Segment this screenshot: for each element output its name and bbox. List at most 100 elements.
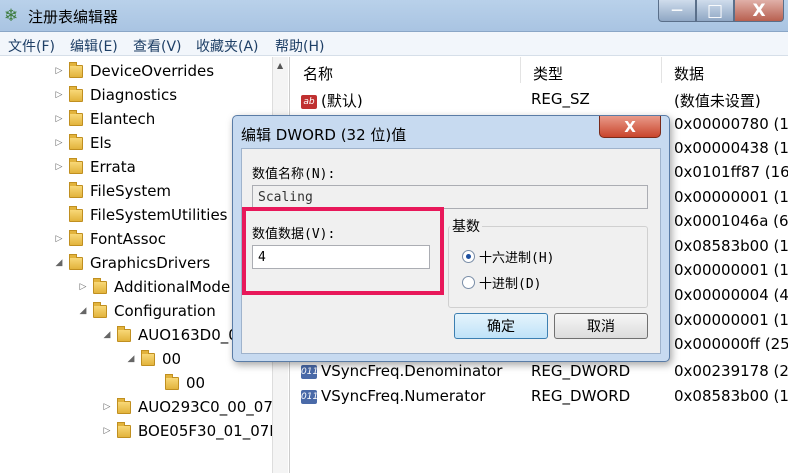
value-name: VSyncFreq.Denominator bbox=[321, 362, 503, 380]
value-data-label: 数值数据(V): bbox=[252, 227, 336, 242]
radio-hex[interactable]: 十六进制(H) bbox=[462, 247, 554, 266]
radio-selected-icon bbox=[462, 250, 475, 263]
tree-item-label: FileSystem bbox=[90, 182, 172, 200]
value-data: 0x00000001 (1) bbox=[674, 188, 788, 206]
expander-icon[interactable]: ▷ bbox=[52, 66, 66, 76]
value-name-label: 数值名称(N): bbox=[252, 167, 336, 182]
ok-button[interactable]: 确定 bbox=[454, 313, 548, 339]
value-data: (数值未设置) bbox=[674, 92, 761, 110]
folder-icon bbox=[69, 205, 83, 222]
cancel-button[interactable]: 取消 bbox=[554, 313, 648, 339]
dialog-close-button[interactable]: X bbox=[599, 116, 661, 138]
menu-edit[interactable]: 编辑(E) bbox=[70, 36, 118, 56]
window-title: 注册表编辑器 bbox=[28, 8, 119, 26]
dialog-body: 数值名称(N): Scaling 数值数据(V): 4 基数 十六进制(H) 十… bbox=[241, 148, 661, 354]
column-header-name[interactable]: 名称 bbox=[291, 57, 521, 83]
menu-favorites[interactable]: 收藏夹(A) bbox=[196, 36, 259, 56]
expander-icon[interactable]: ▷ bbox=[52, 114, 66, 124]
value-data: 0x00000001 (1) bbox=[674, 311, 788, 329]
base-group-label: 基数 bbox=[450, 216, 482, 236]
tree-item[interactable]: ◢ GraphicsDrivers bbox=[52, 252, 210, 274]
table-row[interactable]: ab (默认) REG_SZ (数值未设置) bbox=[291, 87, 788, 111]
expander-icon[interactable]: ▷ bbox=[52, 90, 66, 100]
value-data: 0x00000004 (4) bbox=[674, 286, 788, 304]
expander-icon[interactable]: ◢ bbox=[52, 258, 66, 268]
column-header-data[interactable]: 数据 bbox=[662, 57, 788, 83]
expander-icon[interactable]: ▷ bbox=[100, 402, 114, 412]
value-data-input[interactable]: 4 bbox=[252, 245, 430, 269]
expander-icon[interactable]: ◢ bbox=[76, 306, 90, 316]
tree-item[interactable]: ◢ 00 bbox=[124, 348, 181, 370]
folder-icon bbox=[69, 253, 83, 270]
menu-help[interactable]: 帮助(H) bbox=[275, 36, 324, 56]
tree-item[interactable]: ▷ AUO293C0_00_07 bbox=[100, 396, 273, 418]
tree-item-label: BOE05F30_01_07D bbox=[138, 422, 281, 440]
folder-icon bbox=[69, 181, 83, 198]
edit-dword-dialog: 编辑 DWORD (32 位)值 X 数值名称(N): Scaling 数值数据… bbox=[232, 115, 670, 362]
tree-item[interactable]: ▷ DeviceOverrides bbox=[52, 60, 214, 82]
tree-item-label: Elantech bbox=[90, 110, 156, 128]
folder-icon bbox=[117, 325, 131, 342]
table-row[interactable]: 011 VSyncFreq.Denominator REG_DWORD 0x00239… bbox=[291, 359, 788, 383]
tree-item[interactable]: ▷ Errata bbox=[52, 156, 136, 178]
menu-view[interactable]: 查看(V) bbox=[133, 36, 182, 56]
expander-icon[interactable]: ▷ bbox=[52, 162, 66, 172]
radio-dec[interactable]: 十进制(D) bbox=[462, 273, 541, 292]
tree-item-label: 00 bbox=[186, 374, 206, 392]
tree-item-label: AUO163D0_0 bbox=[138, 326, 238, 344]
folder-icon bbox=[93, 277, 107, 294]
tree-item-label: AdditionalMode bbox=[114, 278, 231, 296]
tree-item[interactable]: ▷ AdditionalMode bbox=[76, 276, 230, 298]
scroll-up-icon[interactable]: ▲ bbox=[277, 61, 283, 70]
value-data: 0x000000ff (255 bbox=[674, 335, 788, 353]
folder-icon bbox=[69, 109, 83, 126]
tree-item-label: FileSystemUtilities bbox=[90, 206, 228, 224]
tree-item[interactable]: ▷ Els bbox=[52, 132, 111, 154]
table-row[interactable]: 011 VSyncFreq.Numerator REG_DWORD 0x08583b0… bbox=[291, 384, 788, 408]
radio-hex-label: 十六进制(H) bbox=[479, 251, 555, 266]
column-header-type[interactable]: 类型 bbox=[521, 57, 662, 83]
value-type: REG_DWORD bbox=[531, 362, 631, 380]
value-data: 0x08583b00 (14 bbox=[674, 387, 788, 405]
close-button[interactable]: X bbox=[734, 0, 784, 22]
tree-item[interactable]: 00 bbox=[148, 372, 205, 394]
expander-icon[interactable]: ▷ bbox=[76, 282, 90, 292]
expander-icon[interactable]: ▷ bbox=[52, 138, 66, 148]
title-bar: ❄ 注册表编辑器 ─ □ X bbox=[0, 0, 788, 32]
tree-item[interactable]: ▷ Diagnostics bbox=[52, 84, 177, 106]
expander-icon[interactable]: ◢ bbox=[100, 330, 114, 340]
dword-value-icon: 011 bbox=[301, 364, 319, 379]
folder-icon bbox=[69, 133, 83, 150]
tree-item[interactable]: ▷ Elantech bbox=[52, 108, 155, 130]
tree-item[interactable]: ▷ FontAssoc bbox=[52, 228, 166, 250]
regedit-app-icon: ❄ bbox=[4, 6, 19, 26]
expander-icon[interactable]: ◢ bbox=[124, 354, 138, 364]
string-value-icon: ab bbox=[301, 94, 317, 109]
value-name: VSyncFreq.Numerator bbox=[321, 387, 486, 405]
tree-item-label: AUO293C0_00_07 bbox=[138, 398, 273, 416]
value-data: 0x00000780 (19 bbox=[674, 115, 788, 133]
tree-item-label: 00 bbox=[162, 350, 182, 368]
menu-file[interactable]: 文件(F) bbox=[8, 36, 55, 56]
folder-icon bbox=[117, 397, 131, 414]
folder-icon bbox=[93, 301, 107, 318]
value-type: REG_SZ bbox=[531, 90, 590, 108]
value-data: 0x0101ff87 (169 bbox=[674, 163, 788, 181]
tree-item-label: DeviceOverrides bbox=[90, 62, 215, 80]
value-name-field: Scaling bbox=[252, 185, 648, 209]
tree-item[interactable]: FileSystem bbox=[52, 180, 171, 202]
tree-item[interactable]: ◢ Configuration bbox=[76, 300, 216, 322]
tree-item[interactable]: ◢ AUO163D0_0 bbox=[100, 324, 238, 346]
minimize-button[interactable]: ─ bbox=[658, 0, 696, 22]
tree-item[interactable]: FileSystemUtilities bbox=[52, 204, 228, 226]
maximize-button[interactable]: □ bbox=[696, 0, 734, 22]
tree-item-label: Diagnostics bbox=[90, 86, 178, 104]
value-data: 0x00239178 (23 bbox=[674, 362, 788, 380]
expander-icon[interactable]: ▷ bbox=[52, 234, 66, 244]
folder-icon bbox=[69, 61, 83, 78]
tree-item[interactable]: ▷ BOE05F30_01_07D bbox=[100, 420, 281, 442]
value-data: 0x0001046a (66 bbox=[674, 212, 788, 230]
base-group bbox=[448, 226, 648, 308]
tree-item-label: Els bbox=[90, 134, 112, 152]
expander-icon[interactable]: ▷ bbox=[100, 426, 114, 436]
